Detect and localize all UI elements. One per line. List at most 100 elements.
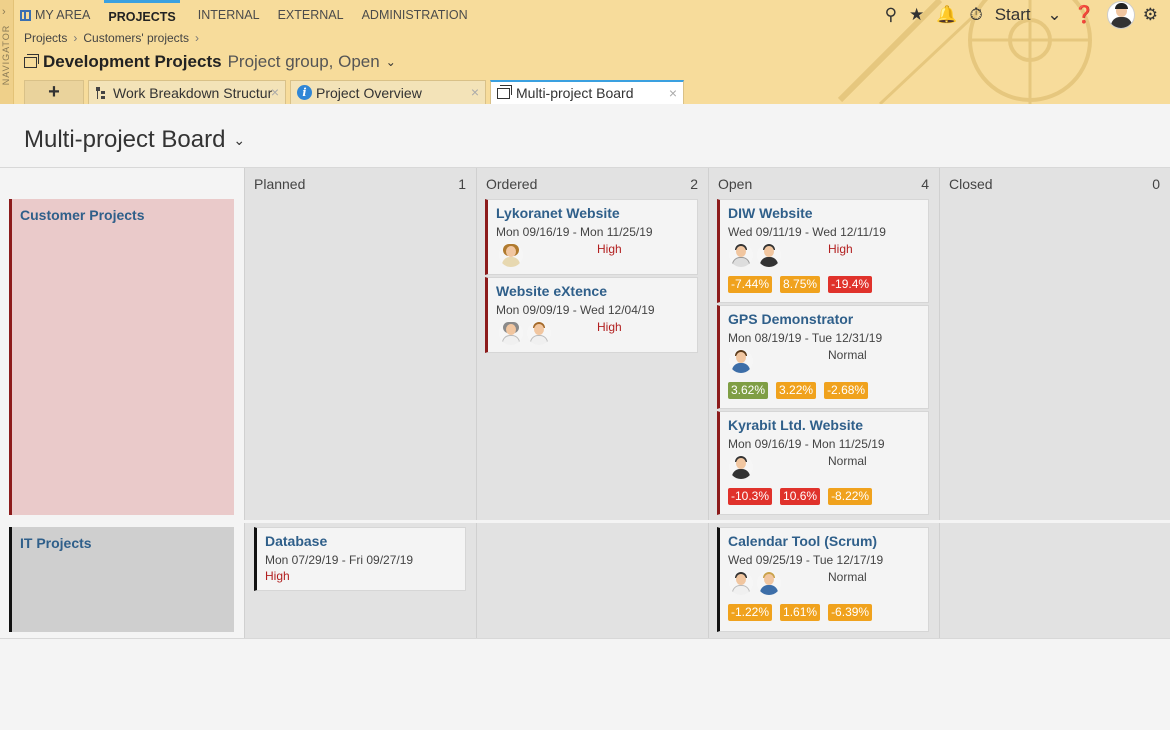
avatar[interactable] <box>729 571 753 595</box>
column-closed: Closed 0 <box>939 168 1170 638</box>
main-menu: MY AREA PROJECTS INTERNAL EXTERNAL ADMIN… <box>20 0 486 30</box>
kpi-badge: 10.6% <box>780 488 821 505</box>
menu-my-area[interactable]: MY AREA <box>20 0 90 30</box>
main-content: Multi-project Board ⌄ Customer Projects … <box>0 104 1170 730</box>
search-icon[interactable]: ⚲ <box>885 5 897 25</box>
column-count: 0 <box>1152 176 1160 192</box>
priority-label: Normal <box>828 454 867 468</box>
card-lykoranet-website[interactable]: Lykoranet Website Mon 09/16/19 - Mon 11/… <box>485 199 698 275</box>
my-area-icon <box>20 9 31 21</box>
avatar[interactable] <box>527 321 551 345</box>
card-website-extence[interactable]: Website eXtence Mon 09/09/19 - Wed 12/04… <box>485 277 698 353</box>
kpi-badge: 3.22% <box>776 382 817 399</box>
kpi-badge: -19.4% <box>828 276 873 293</box>
lane-separator <box>244 520 1170 523</box>
project-subtitle: Project group, Open <box>227 52 380 71</box>
breadcrumb-separator: › <box>73 31 78 45</box>
assignee-avatars <box>729 455 753 479</box>
info-icon: i <box>297 85 312 100</box>
stopwatch-icon[interactable]: ⏱ <box>969 5 982 25</box>
board-title[interactable]: Multi-project Board ⌄ <box>24 126 245 154</box>
avatar[interactable] <box>499 321 523 345</box>
project-title: Development Projects <box>43 52 222 71</box>
kpi-badge: -8.22% <box>828 488 873 505</box>
breadcrumb-projects[interactable]: Projects <box>24 31 67 45</box>
kanban-board: Customer Projects IT Projects Planned 1 … <box>0 167 1170 639</box>
bell-icon[interactable]: 🔔 <box>936 5 957 25</box>
avatar[interactable] <box>757 571 781 595</box>
lane-customer-projects[interactable]: Customer Projects <box>9 199 234 515</box>
priority-label: Normal <box>828 348 867 362</box>
tab-work-breakdown-structure[interactable]: Work Breakdown Structur × <box>88 80 286 104</box>
chevron-down-icon[interactable]: ⌄ <box>233 132 245 149</box>
card-gps-demonstrator[interactable]: GPS Demonstrator Mon 08/19/19 - Tue 12/3… <box>717 305 929 409</box>
project-title-bar[interactable]: Development Projects Project group, Open… <box>24 52 396 72</box>
priority-label: High <box>265 569 290 583</box>
help-icon[interactable]: ❓ <box>1074 5 1095 25</box>
priority-label: Normal <box>828 570 867 584</box>
menu-internal[interactable]: INTERNAL <box>198 0 260 30</box>
column-title: Ordered <box>486 176 538 192</box>
card-diw-website[interactable]: DIW Website Wed 09/11/19 - Wed 12/11/19 … <box>717 199 929 303</box>
chevron-right-icon[interactable]: › <box>2 6 6 18</box>
kpi-badges: -1.22% 1.61% -6.39% <box>728 604 873 621</box>
card-kyrabit-website[interactable]: Kyrabit Ltd. Website Mon 09/16/19 - Mon … <box>717 411 929 515</box>
avatar[interactable] <box>729 349 753 373</box>
priority-label: High <box>597 320 622 334</box>
lane-it-projects[interactable]: IT Projects <box>9 527 234 632</box>
avatar[interactable] <box>729 243 753 267</box>
column-count: 2 <box>690 176 698 192</box>
chevron-down-icon[interactable]: ⌄ <box>386 55 396 69</box>
assignee-avatars <box>499 321 551 345</box>
column-count: 4 <box>921 176 929 192</box>
column-count: 1 <box>458 176 466 192</box>
close-icon[interactable]: × <box>471 84 479 100</box>
priority-label: High <box>597 242 622 256</box>
kpi-badge: 8.75% <box>780 276 821 293</box>
card-database[interactable]: Database Mon 07/29/19 - Fri 09/27/19 Hig… <box>254 527 466 591</box>
menu-external[interactable]: EXTERNAL <box>278 0 344 30</box>
priority-label: High <box>828 242 853 256</box>
kpi-badge: 1.61% <box>780 604 821 621</box>
toolbar: ⚲ ★ 🔔 ⏱ Start ⌄ ❓ ⚙ <box>885 0 1170 30</box>
assignee-avatars <box>499 243 523 267</box>
board-icon <box>497 84 512 99</box>
kpi-badge: 3.62% <box>728 382 769 399</box>
avatar[interactable] <box>757 243 781 267</box>
avatar[interactable] <box>499 243 523 267</box>
kpi-badge: -1.22% <box>728 604 773 621</box>
kpi-badge: -6.39% <box>828 604 873 621</box>
assignee-avatars <box>729 243 781 267</box>
add-tab-button[interactable]: + <box>24 80 84 104</box>
tab-project-overview[interactable]: i Project Overview × <box>290 80 486 104</box>
breadcrumb-separator: › <box>195 31 200 45</box>
column-title: Closed <box>949 176 993 192</box>
close-icon[interactable]: × <box>271 84 279 100</box>
project-group-icon <box>24 53 39 68</box>
column-title: Open <box>718 176 753 192</box>
assignee-avatars <box>729 571 781 595</box>
assignee-avatars <box>729 349 753 373</box>
close-icon[interactable]: × <box>669 85 677 101</box>
menu-projects[interactable]: PROJECTS <box>104 0 180 30</box>
kpi-badges: -10.3% 10.6% -8.22% <box>728 488 873 505</box>
navigator-strip[interactable]: › NAVIGATOR <box>0 0 14 104</box>
tab-multi-project-board[interactable]: Multi-project Board × <box>490 80 684 104</box>
navigator-label: NAVIGATOR <box>1 24 11 86</box>
card-calendar-tool[interactable]: Calendar Tool (Scrum) Wed 09/25/19 - Tue… <box>717 527 929 632</box>
menu-administration[interactable]: ADMINISTRATION <box>362 0 468 30</box>
column-title: Planned <box>254 176 306 192</box>
app-header: › NAVIGATOR MY AREA PROJECTS INTERNAL EX… <box>0 0 1170 104</box>
user-avatar[interactable] <box>1106 1 1135 29</box>
kpi-badges: -7.44% 8.75% -19.4% <box>728 276 873 293</box>
kpi-badges: 3.62% 3.22% -2.68% <box>728 382 869 399</box>
breadcrumb: Projects › Customers' projects › <box>24 31 199 45</box>
wbs-icon <box>95 86 109 100</box>
start-menu[interactable]: Start ⌄ <box>995 5 1062 25</box>
avatar[interactable] <box>729 455 753 479</box>
star-icon[interactable]: ★ <box>909 5 924 25</box>
breadcrumb-customers-projects[interactable]: Customers' projects <box>83 31 189 45</box>
tab-bar: + Work Breakdown Structur × i Project Ov… <box>24 80 688 104</box>
gear-icon[interactable]: ⚙ <box>1143 5 1158 25</box>
kpi-badge: -10.3% <box>728 488 773 505</box>
